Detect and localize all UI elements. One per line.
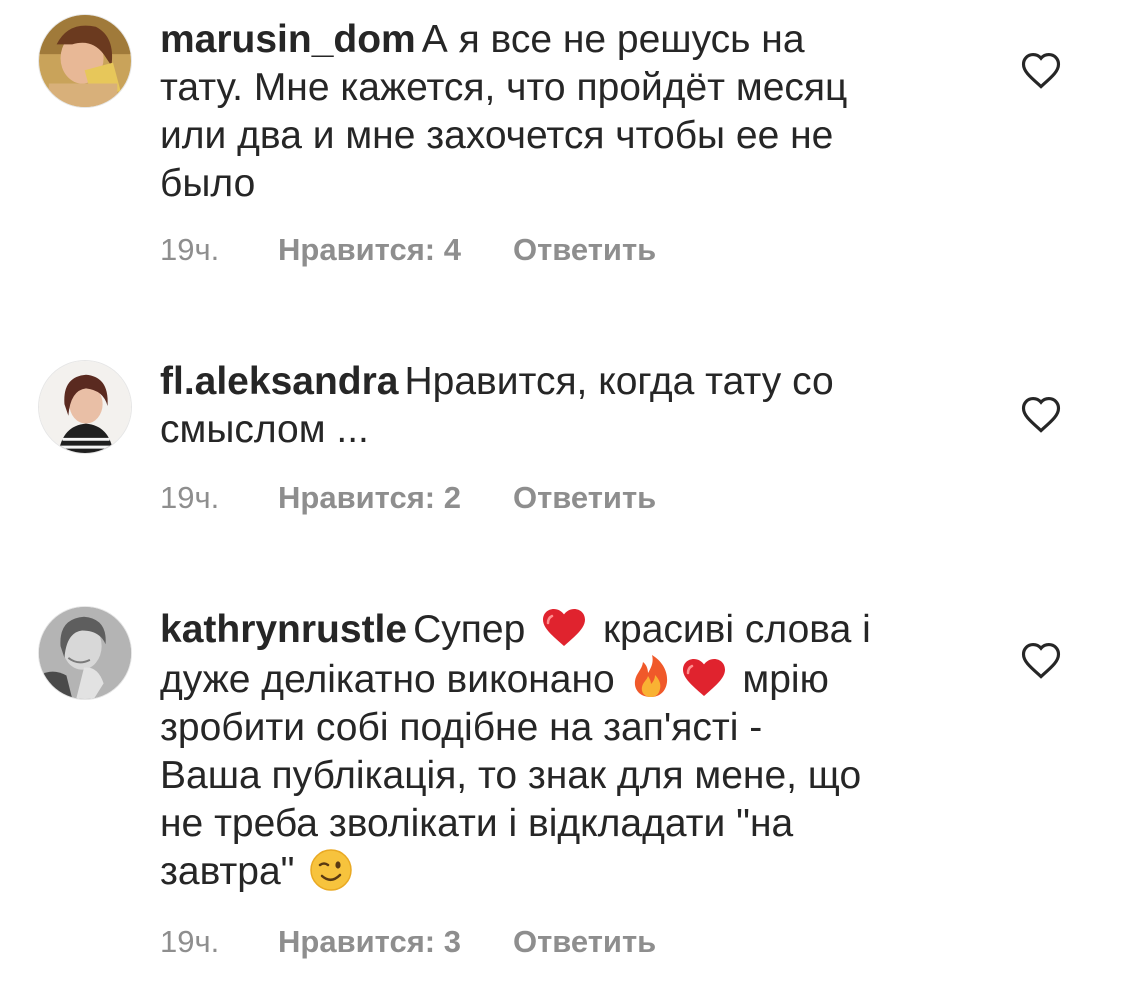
comment-text: fl.aleksandra Нравится, когда тату со смы… bbox=[160, 358, 960, 454]
like-heart-icon[interactable] bbox=[1020, 394, 1062, 434]
likes-count-link[interactable]: Нравится: 4 bbox=[278, 230, 461, 270]
comment-segment: Ваша публікація, то знак для мене, що bbox=[160, 754, 862, 797]
avatar[interactable] bbox=[38, 14, 132, 108]
comment-segment: мрію bbox=[742, 658, 829, 701]
like-heart-icon[interactable] bbox=[1020, 640, 1062, 680]
comment-text: kathrynrustle Супер красиві слова і дуже … bbox=[160, 606, 960, 896]
comment-time: 19ч. bbox=[160, 232, 220, 267]
comment-meta: 19ч. Нравится: 4 Ответить bbox=[160, 230, 656, 270]
fire-icon bbox=[630, 654, 672, 697]
comment-time: 19ч. bbox=[160, 480, 220, 515]
avatar[interactable] bbox=[38, 360, 132, 454]
comment-segment: не треба зволікати і відкладати "на bbox=[160, 802, 794, 845]
likes-count-link[interactable]: Нравится: 2 bbox=[278, 478, 461, 518]
reply-button[interactable]: Ответить bbox=[513, 478, 656, 518]
avatar[interactable] bbox=[38, 606, 132, 700]
comment-line: было bbox=[160, 162, 256, 205]
comment-time: 19ч. bbox=[160, 924, 220, 959]
comment-meta: 19ч. Нравится: 3 Ответить bbox=[160, 922, 656, 962]
comment-line: смыслом ... bbox=[160, 408, 369, 451]
red-heart-icon bbox=[680, 658, 728, 698]
comment-segment: Супер bbox=[413, 608, 526, 651]
likes-count-link[interactable]: Нравится: 3 bbox=[278, 922, 461, 962]
comment-segment: завтра" bbox=[160, 850, 295, 893]
like-heart-icon[interactable] bbox=[1020, 50, 1062, 90]
comment-username[interactable]: kathrynrustle bbox=[160, 608, 407, 651]
comment-segment: зробити собі подібне на зап'ясті - bbox=[160, 706, 763, 749]
comment-text: marusin_dom А я все не решусь на тату. Мн… bbox=[160, 16, 960, 208]
comment-segment: красиві слова і bbox=[602, 608, 871, 651]
red-heart-icon bbox=[540, 608, 588, 648]
reply-button[interactable]: Ответить bbox=[513, 230, 656, 270]
comment-line: тату. Мне кажется, что пройдёт месяц bbox=[160, 66, 848, 109]
comment-line: Нравится, когда тату со bbox=[404, 360, 834, 403]
reply-button[interactable]: Ответить bbox=[513, 922, 656, 962]
comment-meta: 19ч. Нравится: 2 Ответить bbox=[160, 478, 656, 518]
comment-line: или два и мне захочется чтобы ее не bbox=[160, 114, 834, 157]
comment-segment: дуже делікатно виконано bbox=[160, 658, 615, 701]
comment-line: А я все не решусь на bbox=[421, 18, 805, 61]
comment-username[interactable]: marusin_dom bbox=[160, 18, 416, 61]
winking-face-icon bbox=[309, 848, 353, 892]
comment-username[interactable]: fl.aleksandra bbox=[160, 360, 398, 403]
